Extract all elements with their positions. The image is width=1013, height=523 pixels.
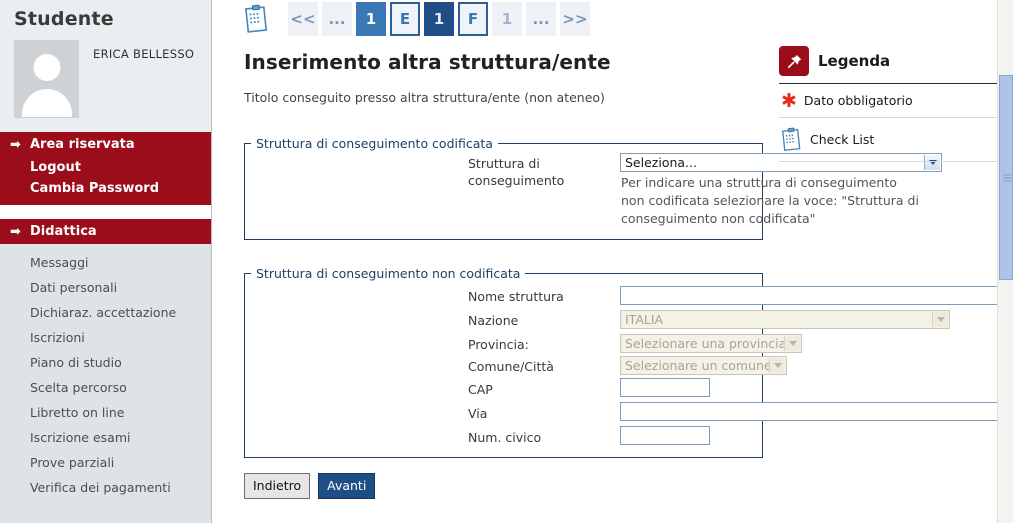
cap-input[interactable] — [620, 378, 710, 397]
sidebar-item-scelta-percorso[interactable]: Scelta percorso — [0, 375, 211, 400]
profile-row: ERICA BELLESSO — [0, 40, 211, 118]
select-value: Seleziona... — [625, 155, 697, 170]
sidebar-item-cambia-password[interactable]: Cambia Password — [0, 178, 211, 199]
sidebar-item-label: Didattica — [30, 224, 97, 239]
next-button[interactable]: Avanti — [318, 473, 376, 499]
select-value: ITALIA — [625, 312, 664, 327]
sidebar-item-didattica[interactable]: ➡ Didattica — [0, 219, 211, 244]
step-next-1[interactable]: 1 — [492, 2, 522, 36]
legend-row-dato-obbligatorio: ✱ Dato obbligatorio — [779, 84, 1003, 117]
sidebar-item-label: Area riservata — [30, 137, 135, 152]
sidebar-item-dati-personali[interactable]: Dati personali — [0, 275, 211, 300]
clipboard-icon — [782, 127, 801, 151]
label-provincia: Provincia: — [468, 337, 529, 352]
step-current[interactable]: 1 — [424, 2, 454, 36]
comune-citta-select: Selezionare un comune — [620, 356, 787, 375]
page-subtitle: Titolo conseguito presso altra struttura… — [244, 90, 605, 105]
legend-header: Legenda — [779, 46, 1003, 83]
nome-struttura-input[interactable] — [620, 286, 1013, 305]
step-list: << ... 1 E 1 F 1 ... >> — [288, 2, 590, 36]
label-comune-citta: Comune/Città — [468, 359, 554, 374]
page-root: Studente ERICA BELLESSO ➡ Area riservata… — [0, 0, 1013, 523]
sidebar-divider — [0, 205, 211, 219]
sidebar-didattica-list: Messaggi Dati personali Dichiaraz. accet… — [0, 244, 211, 500]
step-navigation: << ... 1 E 1 F 1 ... >> — [244, 2, 590, 36]
legend-row-check-list: Check List — [779, 118, 1003, 161]
label-struttura-conseguimento: Struttura di conseguimento — [468, 156, 565, 188]
provincia-select: Selezionare una provincia — [620, 334, 802, 353]
nazione-select: ITALIA — [620, 310, 950, 329]
sidebar-item-iscrizione-esami[interactable]: Iscrizione esami — [0, 425, 211, 450]
step-prev[interactable]: << — [288, 2, 318, 36]
menu-block-area-riservata: ➡ Area riservata Logout Cambia Password — [0, 132, 211, 205]
sidebar-item-dichiaraz-accettazione[interactable]: Dichiaraz. accettazione — [0, 300, 211, 325]
step-next[interactable]: >> — [560, 2, 590, 36]
step-ellipsis-right[interactable]: ... — [526, 2, 556, 36]
legend-title: Legenda — [818, 52, 891, 70]
fieldset-legend: Struttura di conseguimento codificata — [256, 136, 493, 151]
label-cap: CAP — [468, 382, 493, 397]
vertical-scrollbar[interactable] — [997, 0, 1013, 523]
chevron-down-icon — [784, 336, 800, 351]
arrow-right-icon: ➡ — [10, 224, 21, 239]
sidebar-item-area-riservata[interactable]: ➡ Area riservata — [0, 132, 211, 157]
sidebar-item-piano-di-studio[interactable]: Piano di studio — [0, 350, 211, 375]
pin-icon — [779, 46, 809, 76]
avatar-head-shape — [33, 54, 60, 81]
sidebar-item-verifica-pagamenti[interactable]: Verifica dei pagamenti — [0, 475, 211, 500]
avatar-body-shape — [21, 89, 72, 117]
avatar — [14, 40, 79, 118]
sidebar-title: Studente — [14, 8, 114, 30]
select-value: Selezionare un comune — [625, 358, 772, 373]
legend-panel: Legenda ✱ Dato obbligatorio Check List — [779, 46, 1003, 162]
clipboard-icon — [245, 4, 268, 33]
asterisk-icon: ✱ — [781, 89, 797, 112]
legend-row-label: Check List — [810, 132, 875, 147]
label-num-civico: Num. civico — [468, 430, 542, 445]
sidebar-item-iscrizioni[interactable]: Iscrizioni — [0, 325, 211, 350]
via-input[interactable] — [620, 402, 1013, 421]
select-value: Selezionare una provincia — [625, 336, 787, 351]
sidebar: Studente ERICA BELLESSO ➡ Area riservata… — [0, 0, 212, 523]
legend-divider — [779, 161, 1003, 162]
step-f[interactable]: F — [458, 2, 488, 36]
label-via: Via — [468, 406, 488, 421]
step-ellipsis-left[interactable]: ... — [322, 2, 352, 36]
step-e[interactable]: E — [390, 2, 420, 36]
num-civico-input[interactable] — [620, 426, 710, 445]
page-title: Inserimento altra struttura/ente — [244, 50, 611, 74]
sidebar-profile-block: Studente ERICA BELLESSO — [0, 0, 211, 132]
scrollbar-thumb[interactable] — [999, 75, 1013, 280]
label-nome-struttura: Nome struttura — [468, 289, 564, 304]
student-name: ERICA BELLESSO — [93, 47, 195, 61]
sidebar-item-logout[interactable]: Logout — [0, 157, 211, 178]
struttura-hint-text: Per indicare una struttura di conseguime… — [621, 175, 919, 226]
sidebar-item-prove-parziali[interactable]: Prove parziali — [0, 450, 211, 475]
form-actions: Indietro Avanti — [244, 473, 376, 499]
chevron-down-icon — [932, 312, 948, 327]
sidebar-item-libretto-on-line[interactable]: Libretto on line — [0, 400, 211, 425]
back-button[interactable]: Indietro — [244, 473, 311, 499]
scrollbar-grip — [1003, 174, 1011, 181]
fieldset-legend: Struttura di conseguimento non codificat… — [256, 266, 521, 281]
arrow-right-icon: ➡ — [10, 137, 21, 152]
step-1[interactable]: 1 — [356, 2, 386, 36]
chevron-down-icon — [769, 358, 785, 373]
label-nazione: Nazione — [468, 313, 519, 328]
legend-row-label: Dato obbligatorio — [803, 93, 913, 108]
sidebar-item-messaggi[interactable]: Messaggi — [0, 250, 211, 275]
